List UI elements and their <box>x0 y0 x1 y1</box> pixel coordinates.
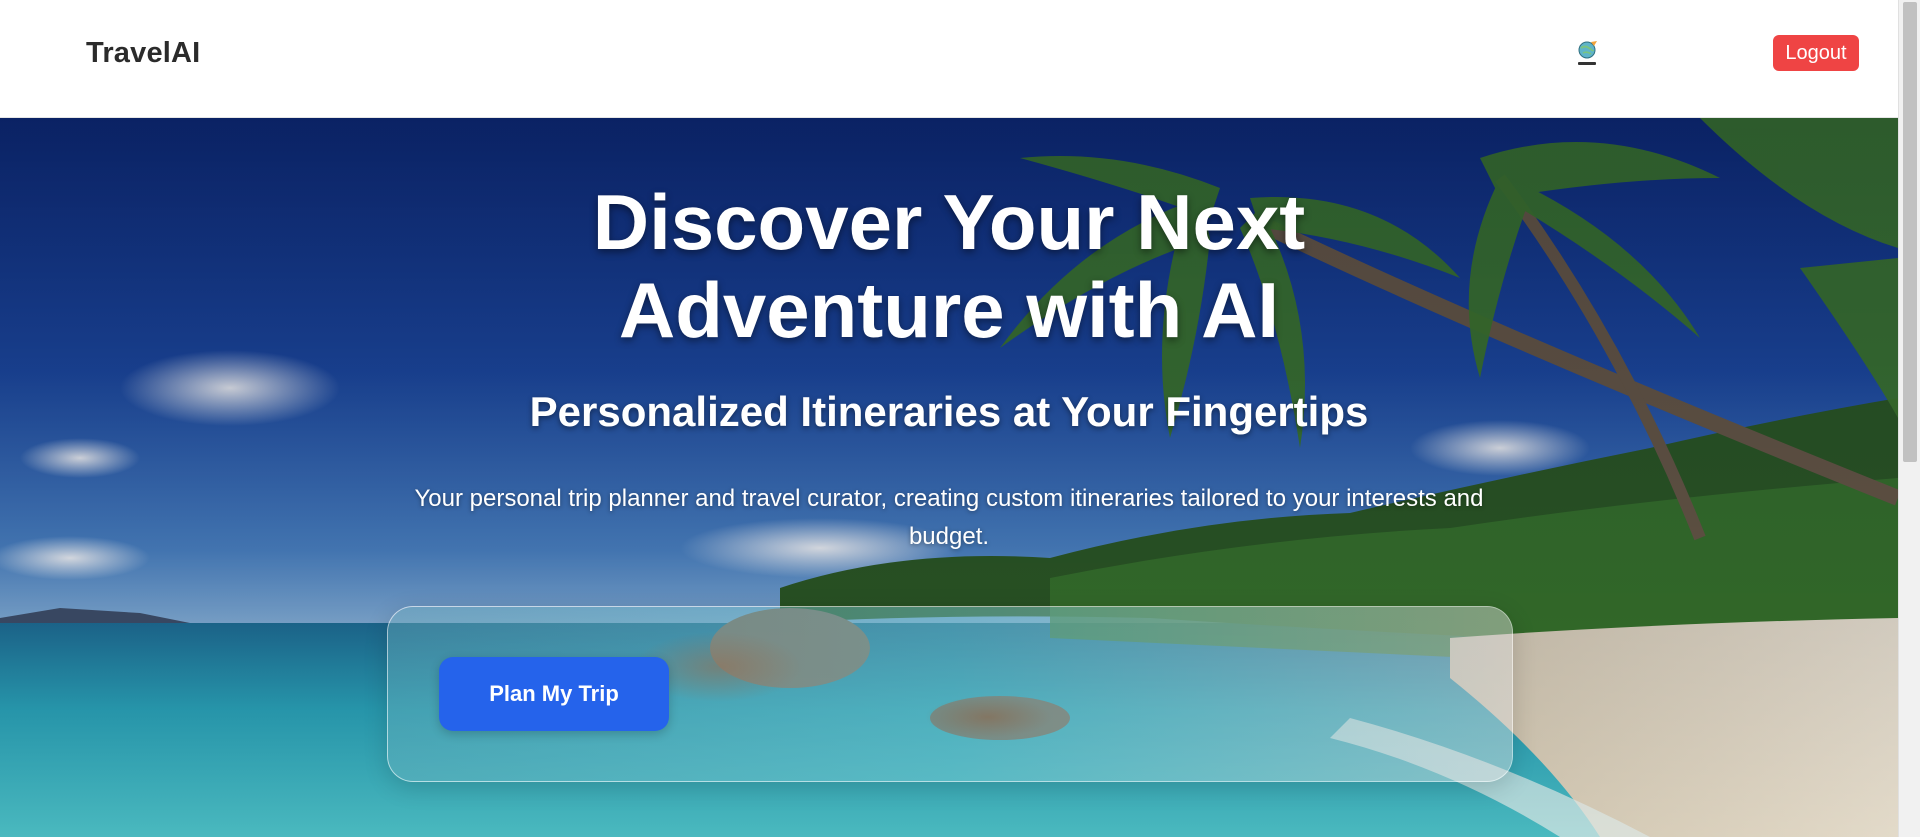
plan-my-trip-button[interactable]: Plan My Trip <box>439 657 669 731</box>
scrollbar-thumb[interactable] <box>1903 2 1917 462</box>
plan-trip-panel: Plan My Trip <box>387 606 1513 782</box>
logout-button[interactable]: Logout <box>1773 35 1859 71</box>
hero-description: Your personal trip planner and travel cu… <box>414 485 1484 550</box>
hero-title: Discover Your Next Adventure with AI <box>592 178 1306 354</box>
travel-globe-logo-icon[interactable] <box>1571 38 1603 70</box>
brand-logo-text[interactable]: TravelAI <box>86 37 200 70</box>
navbar: TravelAI Logout <box>0 0 1898 118</box>
page-scrollbar[interactable] <box>1898 0 1920 837</box>
hero-section: Discover Your Next Adventure with AI Per… <box>0 118 1898 837</box>
hero-subtitle: Personalized Itineraries at Your Fingert… <box>529 388 1369 435</box>
page: TravelAI Logout Discover Your Next Adven… <box>0 0 1920 837</box>
